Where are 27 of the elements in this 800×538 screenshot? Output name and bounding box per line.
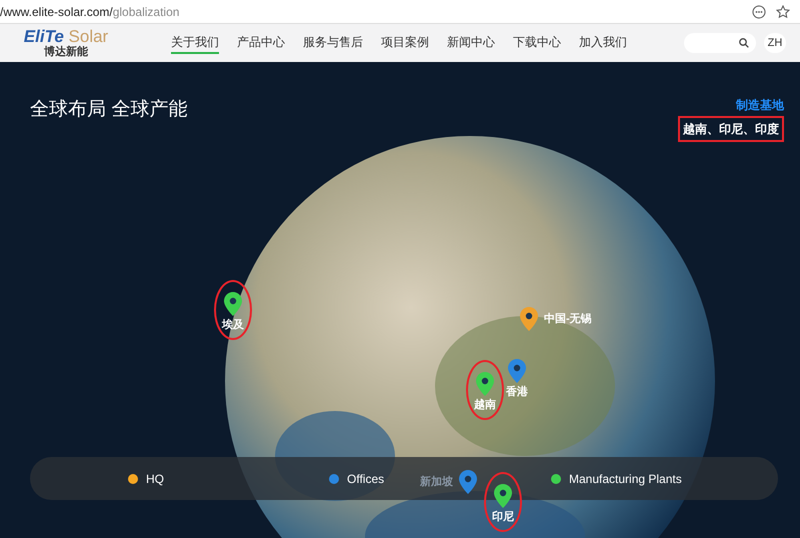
pin-label: 埃及 [222, 320, 244, 331]
search-icon[interactable] [739, 38, 749, 48]
pin-label: 印尼 [492, 512, 514, 523]
nav-link[interactable]: 新闻中心 [447, 32, 495, 54]
nav-link[interactable]: 下载中心 [513, 32, 561, 54]
star-icon[interactable] [776, 4, 790, 18]
nav-link[interactable]: 产品中心 [237, 32, 285, 54]
nav-link[interactable]: 项目案例 [381, 32, 429, 54]
nav-link[interactable]: 加入我们 [579, 32, 627, 54]
search-field[interactable] [684, 33, 756, 53]
highlighted-text: 越南、印尼、印度 [678, 116, 784, 142]
pin-label: 新加坡 [420, 476, 453, 488]
nav-link[interactable]: 服务与售后 [303, 32, 363, 54]
legend-label: HQ [146, 470, 164, 488]
logo-wordmark[interactable]: EliTe Solar [24, 28, 108, 45]
page-title: 全球布局 全球产能 [30, 98, 188, 122]
logo-subtitle: 博达新能 [44, 47, 88, 58]
pin-label: 香港 [506, 387, 528, 398]
nav-link[interactable]: 关于我们 [171, 32, 219, 54]
legend-label: Offices [347, 470, 384, 488]
section-label: 制造基地 [736, 97, 784, 114]
more-icon[interactable] [752, 4, 766, 18]
url-text[interactable]: /www.elite-solar.com/globalization [0, 2, 180, 20]
language-button[interactable]: ZH [764, 33, 786, 53]
legend-label: Manufacturing Plants [569, 470, 682, 488]
pin-label: 越南 [474, 400, 496, 411]
pin-label: 中国-无锡 [544, 314, 592, 324]
